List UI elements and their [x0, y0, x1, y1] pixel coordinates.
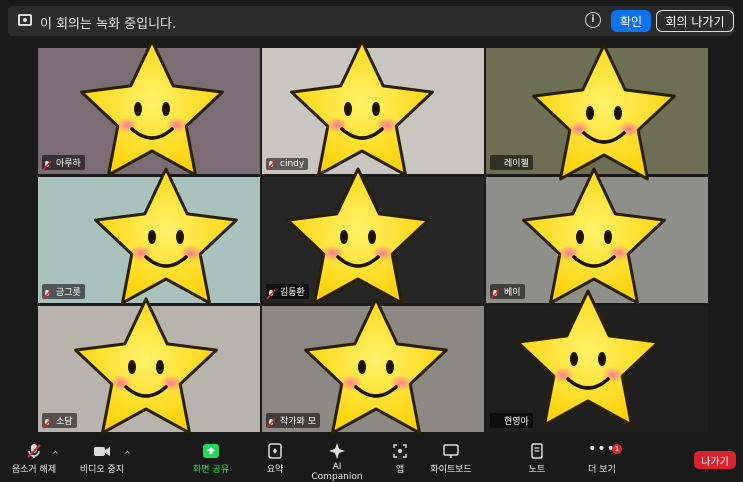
video-label: 비디오 중지: [79, 465, 125, 475]
summary-button[interactable]: 요약: [260, 442, 290, 475]
sparkle-icon: [329, 443, 345, 459]
mic-muted-icon: [42, 289, 52, 300]
mic-muted-icon: [27, 444, 41, 458]
video-button[interactable]: 비디오 중지: [72, 442, 132, 475]
mic-muted-icon: [266, 160, 276, 171]
mic-muted-icon: [266, 289, 276, 300]
whiteboard-label: 화이트보드: [430, 465, 472, 475]
video-options-caret-icon[interactable]: ^: [124, 450, 131, 459]
whiteboard-icon: [443, 444, 459, 458]
ai-companion-label: AI Companion: [311, 462, 363, 482]
notification-badge: 1: [612, 444, 622, 454]
whiteboard-button[interactable]: 화이트보드: [426, 442, 476, 475]
recording-message: 이 회의는 녹화 중입니다.: [40, 17, 177, 32]
info-icon[interactable]: i: [585, 12, 601, 28]
mic-muted-icon: [42, 160, 52, 171]
star-sticker-icon: [74, 297, 218, 435]
recording-icon: [18, 14, 32, 26]
star-sticker-icon: [94, 167, 238, 305]
leave-meeting-button[interactable]: 회의 나가기: [656, 10, 734, 32]
notes-label: 노트: [528, 465, 546, 475]
share-screen-icon: [203, 444, 219, 458]
meeting-toolbar: 음소거 해제 ^ 비디오 중지 ^ 화면 공유 요약 AI Companion …: [0, 440, 743, 482]
star-sticker-icon: [304, 297, 448, 435]
mute-label: 음소거 해제: [11, 465, 57, 475]
ai-companion-button[interactable]: AI Companion: [306, 442, 368, 482]
end-meeting-button[interactable]: 나가기: [694, 451, 736, 469]
summary-label: 요약: [266, 465, 284, 475]
notes-button[interactable]: 노트: [522, 442, 552, 475]
recording-banner: 이 회의는 녹화 중입니다. i 확인 회의 나가기: [8, 6, 734, 36]
more-label: 더 보기: [588, 465, 616, 475]
star-sticker-icon: [516, 289, 660, 427]
apps-button[interactable]: 앱: [388, 442, 412, 475]
mic-muted-icon: [266, 418, 276, 429]
summary-icon: [268, 443, 282, 459]
mic-muted-icon: [42, 418, 52, 429]
confirm-button[interactable]: 확인: [611, 10, 651, 32]
share-label: 화면 공유: [193, 465, 229, 475]
apps-label: 앱: [395, 465, 405, 475]
video-camera-icon: [94, 447, 110, 456]
mic-muted-icon: [490, 289, 500, 300]
audio-options-caret-icon[interactable]: ^: [52, 450, 59, 459]
star-sticker-icon: [286, 167, 430, 305]
notes-icon: [531, 443, 543, 459]
apps-icon: [393, 444, 407, 458]
share-screen-button[interactable]: 화면 공유: [186, 442, 236, 475]
